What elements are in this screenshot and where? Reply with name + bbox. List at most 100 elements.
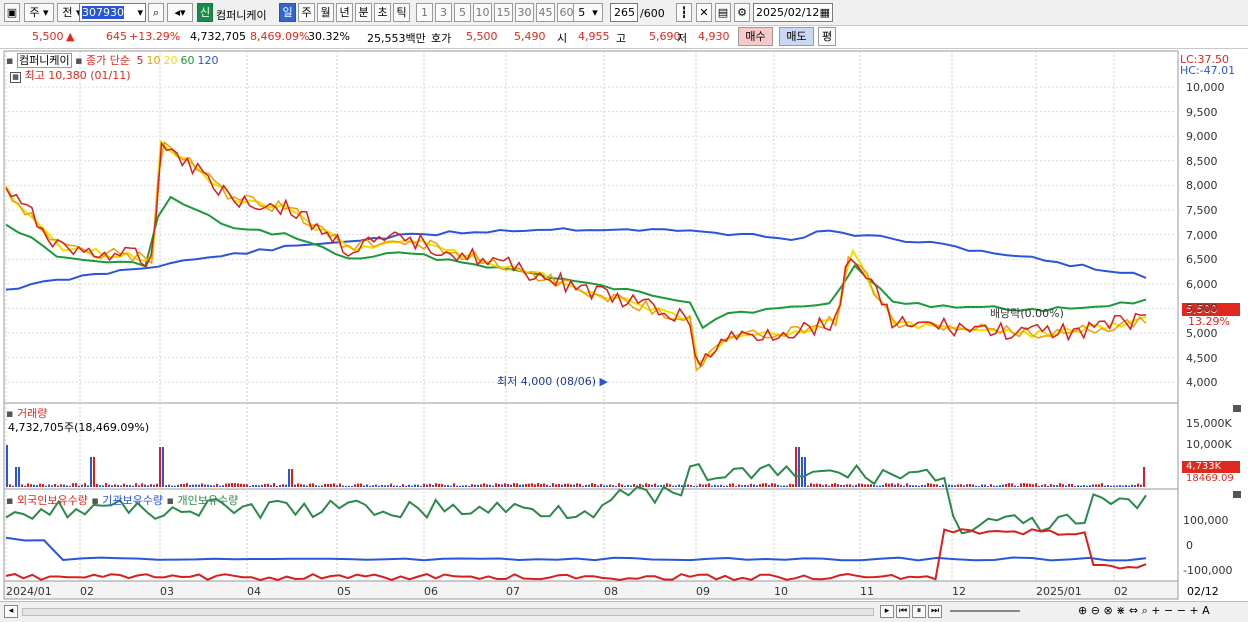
period-tab-3[interactable]: 년: [336, 3, 353, 22]
pause-icon[interactable]: ⏸: [912, 605, 926, 618]
wide-icon[interactable]: ⇔: [1129, 604, 1138, 617]
volume-bar: [930, 483, 932, 487]
chart-canvas[interactable]: [0, 49, 1248, 601]
interval-button-0[interactable]: 1: [416, 3, 433, 22]
volume-bar: [114, 484, 116, 487]
scroll-left-icon[interactable]: ◂: [4, 605, 18, 618]
period-tab-5[interactable]: 초: [374, 3, 391, 22]
volume-bar: [699, 483, 701, 487]
cross-icon[interactable]: ✕: [696, 3, 712, 22]
volume-bar: [843, 484, 845, 487]
volume-bar: [30, 484, 32, 487]
date-input[interactable]: 2025/02/12 ▦: [753, 3, 833, 22]
period-tab-4[interactable]: 분: [355, 3, 372, 22]
ma-period-2: 20: [163, 54, 178, 67]
buy-button[interactable]: 매수: [738, 27, 773, 46]
volume-bar: [672, 485, 674, 487]
interval-button-4[interactable]: 15: [494, 3, 513, 22]
price-y-label: 10,000: [1186, 81, 1225, 94]
eval-button[interactable]: 평: [818, 27, 836, 46]
calendar-icon[interactable]: ▦: [10, 72, 21, 83]
volume-bar: [456, 485, 458, 487]
period-main-select[interactable]: 주 ▾: [24, 3, 54, 22]
volume-bar: [993, 485, 995, 487]
volume-bar: [1005, 483, 1007, 487]
volume-bar: [645, 483, 647, 487]
volume-bar: [777, 484, 779, 487]
calendar-icon[interactable]: ▦: [820, 4, 830, 21]
period-tab-2[interactable]: 월: [317, 3, 334, 22]
interval-button-6[interactable]: 45: [536, 3, 555, 22]
search-icon[interactable]: ⌕: [1142, 604, 1148, 617]
sell-button[interactable]: 매도: [779, 27, 814, 46]
search-icon[interactable]: ⌕: [148, 3, 164, 22]
x-axis-label: 06: [424, 585, 438, 598]
interval-button-5[interactable]: 30: [515, 3, 534, 22]
scroll-right-icon[interactable]: ▸: [880, 605, 894, 618]
draw-icon[interactable]: ⋇: [1116, 604, 1125, 617]
zoom-in-icon[interactable]: +: [1151, 604, 1160, 617]
volume-bar: [381, 484, 383, 487]
bar-count-input[interactable]: 265: [610, 3, 638, 22]
high-price: 5,690: [649, 30, 681, 43]
volume-bar: [177, 484, 179, 487]
period-tab-0[interactable]: 일: [279, 3, 296, 22]
holdings-y-label: 0: [1186, 539, 1193, 552]
zoom-slider[interactable]: [950, 610, 1020, 612]
volume-bar: [846, 484, 848, 487]
period-tab-1[interactable]: 주: [298, 3, 315, 22]
interval-button-2[interactable]: 5: [454, 3, 471, 22]
volume-bar: [798, 447, 800, 487]
horizontal-scrollbar[interactable]: [22, 608, 874, 616]
sound-icon[interactable]: ◂▾: [167, 3, 193, 22]
count-select-value: 5: [578, 6, 586, 19]
volume-bar: [354, 484, 356, 487]
chevron-down-icon[interactable]: ▾: [137, 4, 143, 21]
fit-icon[interactable]: ⊗: [1103, 604, 1112, 617]
chart-menu-icon[interactable]: ▣: [4, 3, 20, 22]
volume-bar: [879, 485, 881, 487]
volume-bar: [327, 483, 329, 487]
x-axis-label: 2025/01: [1036, 585, 1082, 598]
volume-bar: [72, 483, 74, 487]
count-select[interactable]: 5 ▾: [573, 3, 603, 22]
period-tab-6[interactable]: 틱: [393, 3, 410, 22]
font-icon[interactable]: A: [1202, 604, 1210, 617]
candle-type-icon[interactable]: ┇: [676, 3, 692, 22]
volume-bar: [1095, 484, 1097, 487]
ma-period-4: 120: [197, 54, 219, 67]
price-y-label: 8,000: [1186, 179, 1218, 193]
volume-bar: [192, 484, 194, 487]
first-icon[interactable]: ⏮: [896, 605, 910, 618]
volume-bar: [954, 485, 956, 487]
zoom-reset-icon[interactable]: −: [1177, 604, 1186, 617]
volume-bar: [279, 484, 281, 487]
volume-bar: [669, 484, 671, 487]
last-icon[interactable]: ⏭: [928, 605, 942, 618]
plus-icon[interactable]: +: [1189, 604, 1198, 617]
volume-bar: [1080, 485, 1082, 487]
volume-bar: [1011, 483, 1013, 487]
save-icon[interactable]: ▤: [715, 3, 731, 22]
minus-zoom-icon[interactable]: ⊖: [1091, 604, 1100, 617]
x-axis-label: 03: [160, 585, 174, 598]
gear-icon[interactable]: ⚙: [734, 3, 750, 22]
ma-label: 종가 단순: [86, 54, 131, 67]
volume-bar: [105, 483, 107, 487]
volume-bar: [1083, 485, 1085, 487]
plus-zoom-icon[interactable]: ⊕: [1078, 604, 1087, 617]
zoom-out-icon[interactable]: −: [1164, 604, 1173, 617]
volume-bar: [138, 485, 140, 487]
volume-bar: [78, 485, 80, 487]
volume-bar: [495, 483, 497, 487]
interval-button-3[interactable]: 10: [473, 3, 492, 22]
interval-button-1[interactable]: 3: [435, 3, 452, 22]
volume-bar: [66, 485, 68, 487]
low-price: 4,930: [698, 30, 730, 43]
volume-bar: [186, 483, 188, 487]
volume-bar: [285, 484, 287, 487]
x-axis-label: 02: [80, 585, 94, 598]
code-input[interactable]: 307930 ▾: [79, 3, 146, 22]
volume-bar: [864, 484, 866, 487]
volume-bar: [366, 484, 368, 487]
